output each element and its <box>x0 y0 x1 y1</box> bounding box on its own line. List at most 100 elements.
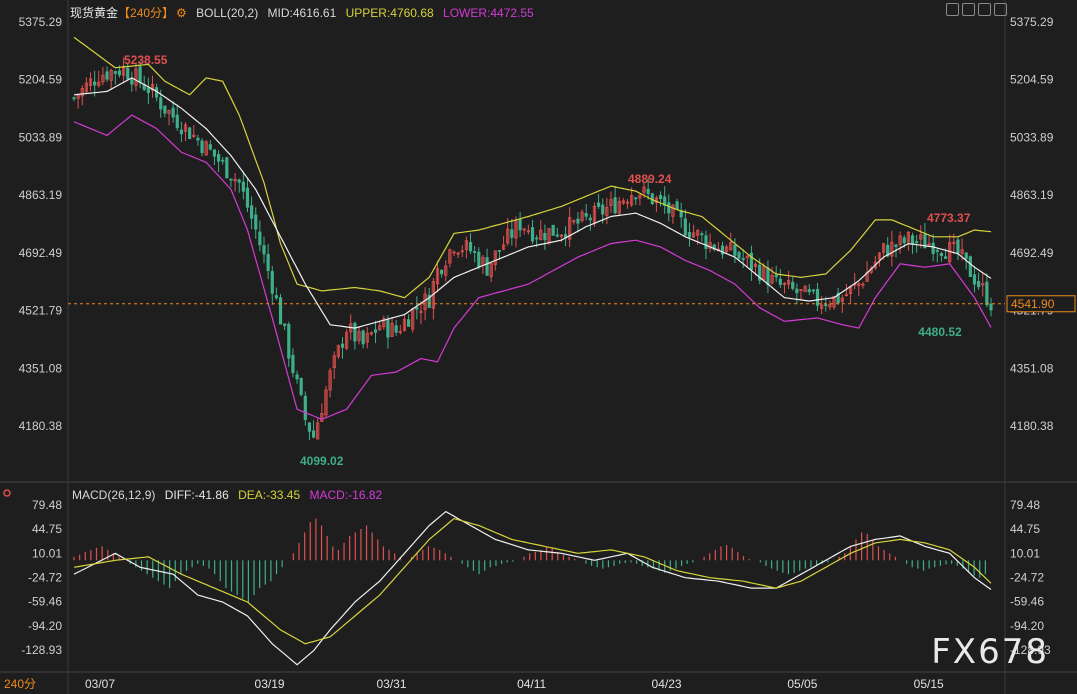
candle-body <box>497 250 502 252</box>
candle-body <box>811 289 815 292</box>
boll-lower-line <box>73 114 992 421</box>
x-tick: 03/19 <box>255 677 285 691</box>
candle-body <box>774 274 778 278</box>
y-tick-left: 5204.59 <box>19 73 63 87</box>
fx678-watermark: FX678 <box>931 632 1049 672</box>
candle-body <box>171 107 175 118</box>
candle-body <box>72 97 76 100</box>
candle-body <box>386 319 390 338</box>
candle-body <box>588 217 592 221</box>
candle-body <box>188 127 192 140</box>
settings-icon[interactable]: ⚙ <box>176 6 187 20</box>
main-header: 现货黄金【240分】 ⚙ BOLL(20,2) MID:4616.61 UPPER… <box>70 4 540 21</box>
y-tick-left: 5033.89 <box>19 130 63 144</box>
candles <box>72 57 993 441</box>
candle-body <box>287 324 291 359</box>
candle-body <box>353 322 357 342</box>
macd-tick-right: -24.72 <box>1010 570 1044 584</box>
candle-body <box>667 202 671 214</box>
y-tick-left: 4692.49 <box>19 246 63 260</box>
candle-body <box>704 235 708 249</box>
current-price-label: 4541.90 <box>1011 297 1055 311</box>
candle-body <box>254 214 258 230</box>
expand-icon[interactable] <box>994 3 1007 16</box>
macd-marker-icon <box>3 489 11 497</box>
candle-body <box>221 159 225 162</box>
candle-body <box>634 197 638 200</box>
candle-body <box>910 235 915 245</box>
candle-body <box>245 187 250 208</box>
candle-body <box>208 144 212 150</box>
macd-tick-left: -94.20 <box>28 619 62 633</box>
candle-body <box>373 329 378 333</box>
candle-body <box>473 251 477 253</box>
candle-body <box>894 244 898 248</box>
x-tick: 05/15 <box>914 677 944 691</box>
candle-body <box>163 105 167 114</box>
macd-tick-right: 10.01 <box>1010 546 1040 560</box>
candle-body <box>939 253 944 257</box>
timeframe-label[interactable]: 【240分】 <box>118 6 174 20</box>
symbol-label: 现货黄金 <box>70 6 119 20</box>
y-tick-left: 5375.29 <box>19 15 63 29</box>
macd-value-label: MACD:-16.82 <box>309 488 383 502</box>
timeframe-footer[interactable]: 240分 <box>4 675 36 692</box>
list-icon[interactable] <box>978 3 991 16</box>
x-tick: 04/11 <box>517 677 546 691</box>
candle-body <box>943 256 948 259</box>
candle-body <box>555 234 559 237</box>
price-annotation: 5238.55 <box>124 53 168 67</box>
macd-tick-right: 44.75 <box>1010 522 1040 536</box>
candle-body <box>299 377 303 395</box>
candle-body <box>766 267 770 286</box>
macd-tick-right: 79.48 <box>1010 498 1040 512</box>
candle-body <box>989 303 993 311</box>
candle-body <box>510 229 514 238</box>
boll-label[interactable]: BOLL(20,2) <box>196 6 258 20</box>
candle-body <box>791 281 795 289</box>
boll-mid-line <box>73 77 992 329</box>
macd-tick-left: -24.72 <box>28 570 62 584</box>
candle-body <box>361 330 365 345</box>
candle-body <box>270 271 274 294</box>
candle-body <box>576 218 580 224</box>
macd-tick-left: -59.46 <box>28 595 62 609</box>
y-tick-right: 4863.19 <box>1010 188 1054 202</box>
candle-body <box>733 244 737 256</box>
candle-body <box>675 201 679 210</box>
crosshair-icon[interactable] <box>946 3 959 16</box>
y-tick-right: 4351.08 <box>1010 361 1054 375</box>
candle-body <box>815 289 820 306</box>
candle-body <box>964 252 968 259</box>
y-tick-right: 4180.38 <box>1010 419 1054 433</box>
dea-label: DEA:-33.45 <box>238 488 301 502</box>
candle-body <box>530 227 535 242</box>
candle-body <box>283 323 287 326</box>
macd-name[interactable]: MACD(26,12,9) <box>72 488 155 502</box>
candle-body <box>658 195 663 200</box>
gold-chart[interactable]: 5375.29 5375.29 5204.59 5204.59 5033.89 5033.… <box>0 0 1077 694</box>
candle-body <box>741 258 745 260</box>
candle-body <box>778 278 782 285</box>
candle-body <box>291 355 295 373</box>
candle-body <box>584 213 588 217</box>
candle-body <box>394 325 398 333</box>
candle-body <box>683 218 687 236</box>
candle-body <box>295 374 299 380</box>
price-annotation: 4099.02 <box>300 454 344 468</box>
candle-body <box>175 114 179 129</box>
candle-body <box>551 224 555 236</box>
x-tick: 05/05 <box>787 677 817 691</box>
candle-body <box>250 205 254 219</box>
candle-body <box>968 256 972 277</box>
candle-body <box>646 189 650 194</box>
candle-body <box>266 253 270 271</box>
x-tick: 03/31 <box>376 677 406 691</box>
candle-body <box>485 257 489 276</box>
grid-icon[interactable] <box>962 3 975 16</box>
macd-diff-line <box>73 510 992 666</box>
candle-body <box>440 269 444 275</box>
candle-body <box>468 241 473 252</box>
lower-label: LOWER:4472.55 <box>443 6 534 20</box>
candle-body <box>274 295 279 299</box>
